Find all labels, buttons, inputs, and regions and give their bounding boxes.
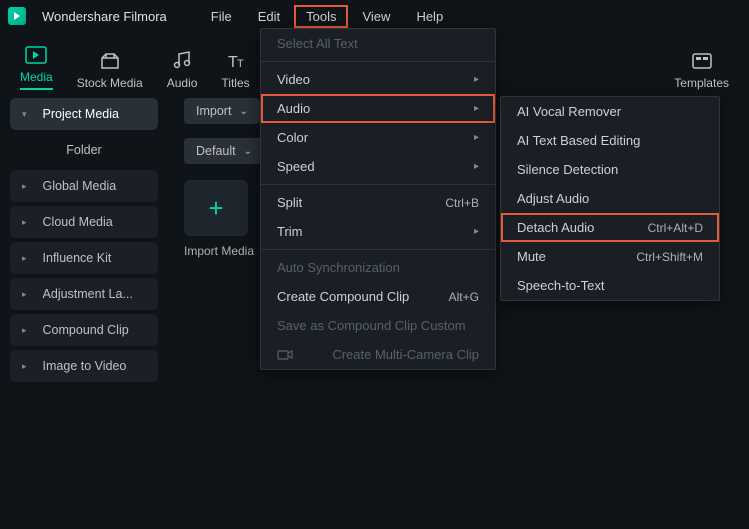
tab-media[interactable]: Media: [20, 44, 53, 90]
default-dropdown[interactable]: Default ⌄: [184, 138, 264, 164]
menu-detach-audio[interactable]: Detach AudioCtrl+Alt+D: [501, 213, 719, 242]
menu-speed[interactable]: Speed▸: [261, 152, 495, 181]
tools-dropdown: Select All Text Video▸ Audio▸ Color▸ Spe…: [260, 28, 496, 370]
menu-create-compound[interactable]: Create Compound ClipAlt+G: [261, 282, 495, 311]
sidebar-item-compound-clip[interactable]: ▸ Compound Clip: [10, 314, 158, 346]
sidebar-item-folder[interactable]: Folder: [10, 134, 158, 166]
chevron-right-icon: ▸: [22, 253, 27, 264]
chevron-right-icon: ▸: [474, 132, 479, 143]
menu-mute[interactable]: MuteCtrl+Shift+M: [501, 242, 719, 271]
menu-separator: [261, 249, 495, 250]
menu-ai-vocal-remover[interactable]: AI Vocal Remover: [501, 97, 719, 126]
tab-audio[interactable]: Audio: [167, 50, 198, 90]
chevron-right-icon: ▸: [22, 181, 27, 192]
menu-save-compound[interactable]: Save as Compound Clip Custom: [261, 311, 495, 340]
menu-edit[interactable]: Edit: [246, 5, 292, 28]
menu-view[interactable]: View: [350, 5, 402, 28]
import-label: Import: [196, 104, 231, 118]
menu-auto-sync[interactable]: Auto Synchronization: [261, 253, 495, 282]
sidebar-label: Image to Video: [43, 359, 127, 373]
menu-multi-camera[interactable]: Create Multi-Camera Clip: [261, 340, 495, 369]
app-logo: [8, 7, 26, 25]
audio-icon: [171, 50, 193, 72]
menu-audio[interactable]: Audio▸: [261, 94, 495, 123]
menu-tools[interactable]: Tools: [294, 5, 348, 28]
chevron-right-icon: ▸: [474, 74, 479, 85]
tab-titles-label: Titles: [221, 76, 249, 90]
menu-separator: [261, 61, 495, 62]
sidebar-label: Cloud Media: [43, 215, 113, 229]
menu-ai-text-editing[interactable]: AI Text Based Editing: [501, 126, 719, 155]
sidebar-item-influence-kit[interactable]: ▸ Influence Kit: [10, 242, 158, 274]
camera-icon: [277, 349, 293, 361]
sidebar-item-cloud-media[interactable]: ▸ Cloud Media: [10, 206, 158, 238]
sidebar-item-project-media[interactable]: ▾ Project Media: [10, 98, 158, 130]
media-icon: [25, 44, 47, 66]
menu-silence-detection[interactable]: Silence Detection: [501, 155, 719, 184]
sidebar-label: Global Media: [43, 179, 117, 193]
chevron-right-icon: ▸: [22, 217, 27, 228]
menu-trim[interactable]: Trim▸: [261, 217, 495, 246]
chevron-right-icon: ▸: [474, 161, 479, 172]
tab-templates-label: Templates: [674, 76, 729, 90]
chevron-right-icon: ▸: [22, 325, 27, 336]
menu-file[interactable]: File: [199, 5, 244, 28]
chevron-down-icon: ⌄: [244, 146, 252, 157]
svg-text:T: T: [237, 58, 244, 70]
sidebar-label: Folder: [66, 143, 101, 157]
chevron-right-icon: ▸: [22, 289, 27, 300]
menu-separator: [261, 184, 495, 185]
menu-help[interactable]: Help: [404, 5, 455, 28]
menu-video[interactable]: Video▸: [261, 65, 495, 94]
menu-split[interactable]: SplitCtrl+B: [261, 188, 495, 217]
chevron-right-icon: ▸: [22, 361, 27, 372]
tab-audio-label: Audio: [167, 76, 198, 90]
chevron-right-icon: ▸: [474, 226, 479, 237]
stock-icon: [99, 50, 121, 72]
tab-stock-media[interactable]: Stock Media: [77, 50, 143, 90]
sidebar-item-image-to-video[interactable]: ▸ Image to Video: [10, 350, 158, 382]
sidebar-label: Project Media: [43, 107, 119, 121]
menu-adjust-audio[interactable]: Adjust Audio: [501, 184, 719, 213]
import-dropdown[interactable]: Import ⌄: [184, 98, 260, 124]
import-media-button[interactable]: +: [184, 180, 248, 236]
sidebar: ▾ Project Media Folder ▸ Global Media ▸ Clo…: [0, 90, 168, 529]
menu-color[interactable]: Color▸: [261, 123, 495, 152]
tab-titles[interactable]: TT Titles: [221, 50, 249, 90]
chevron-down-icon: ▾: [22, 109, 27, 120]
menu-speech-to-text[interactable]: Speech-to-Text: [501, 271, 719, 300]
default-label: Default: [196, 144, 236, 158]
sidebar-label: Adjustment La...: [43, 287, 133, 301]
tab-stock-label: Stock Media: [77, 76, 143, 90]
sidebar-item-adjustment-layer[interactable]: ▸ Adjustment La...: [10, 278, 158, 310]
app-title: Wondershare Filmora: [42, 9, 167, 24]
menubar: File Edit Tools View Help: [199, 5, 455, 28]
tab-media-label: Media: [20, 70, 53, 84]
templates-icon: [691, 50, 713, 72]
sidebar-label: Influence Kit: [43, 251, 112, 265]
tab-templates[interactable]: Templates: [674, 50, 729, 90]
chevron-right-icon: ▸: [474, 103, 479, 114]
plus-icon: +: [208, 193, 223, 224]
menu-select-all-text[interactable]: Select All Text: [261, 29, 495, 58]
chevron-down-icon: ⌄: [239, 106, 247, 117]
sidebar-item-global-media[interactable]: ▸ Global Media: [10, 170, 158, 202]
sidebar-label: Compound Clip: [43, 323, 129, 337]
titles-icon: TT: [225, 50, 247, 72]
audio-submenu: AI Vocal Remover AI Text Based Editing S…: [500, 96, 720, 301]
